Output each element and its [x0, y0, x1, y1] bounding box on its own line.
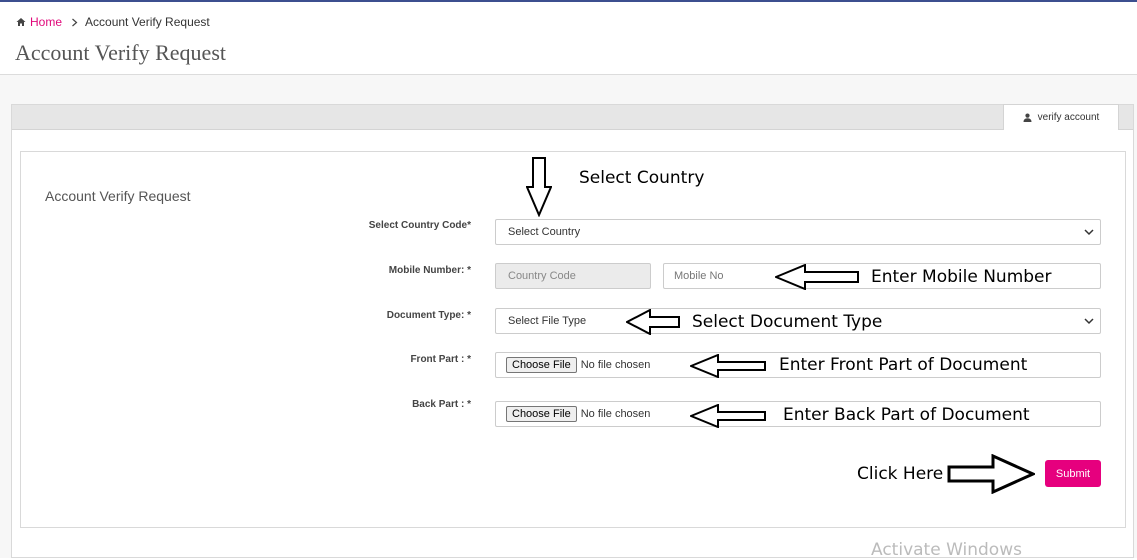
document-type-label: Document Type: *	[386, 310, 471, 321]
windows-activation-watermark: Activate Windows	[871, 540, 1022, 560]
annotation-select-document-type: Select Document Type	[692, 312, 883, 332]
submit-button[interactable]: Submit	[1045, 460, 1101, 487]
mobile-number-placeholder: Mobile No	[674, 270, 724, 282]
country-code-placeholder: Country Code	[508, 270, 576, 282]
top-accent-line	[0, 0, 1137, 2]
front-part-label: Front Part : *	[410, 354, 471, 365]
panel-header: verify account	[12, 104, 1133, 130]
annotation-click-here: Click Here	[857, 464, 944, 484]
page-title: Account Verify Request	[15, 40, 226, 65]
annotation-enter-mobile: Enter Mobile Number	[871, 267, 1052, 287]
arrow-left-icon	[626, 309, 680, 335]
arrow-left-icon	[775, 264, 859, 290]
document-type-value: Select File Type	[508, 315, 587, 327]
chevron-right-icon	[72, 18, 78, 26]
user-icon	[1023, 113, 1032, 122]
form-heading: Account Verify Request	[45, 188, 191, 204]
back-file-status: No file chosen	[580, 408, 651, 420]
arrow-down-icon	[526, 157, 552, 217]
breadcrumb: Home Account Verify Request	[16, 15, 210, 29]
tab-verify-account[interactable]: verify account	[1003, 104, 1119, 130]
breadcrumb-home-link[interactable]: Home	[30, 15, 62, 29]
back-part-label: Back Part : *	[412, 399, 471, 410]
home-icon	[16, 18, 26, 26]
country-select[interactable]: Select Country	[495, 219, 1101, 245]
chevron-down-icon	[1084, 318, 1094, 325]
back-choose-file-button[interactable]: Choose File	[506, 406, 577, 422]
country-code-field: Country Code	[495, 263, 651, 289]
country-code-label: Select Country Code*	[368, 220, 471, 231]
arrow-left-icon	[690, 354, 766, 378]
arrow-right-icon	[947, 454, 1035, 494]
breadcrumb-current: Account Verify Request	[85, 15, 210, 29]
chevron-down-icon	[1084, 229, 1094, 236]
front-choose-file-button[interactable]: Choose File	[506, 357, 577, 373]
annotation-front-part: Enter Front Part of Document	[779, 355, 1028, 375]
country-select-value: Select Country	[508, 226, 581, 238]
arrow-left-icon	[690, 404, 766, 428]
mobile-number-label: Mobile Number: *	[388, 265, 471, 276]
front-file-status: No file chosen	[580, 359, 651, 371]
annotation-back-part: Enter Back Part of Document	[783, 405, 1030, 425]
tab-label: verify account	[1037, 112, 1100, 123]
annotation-select-country: Select Country	[579, 168, 705, 188]
